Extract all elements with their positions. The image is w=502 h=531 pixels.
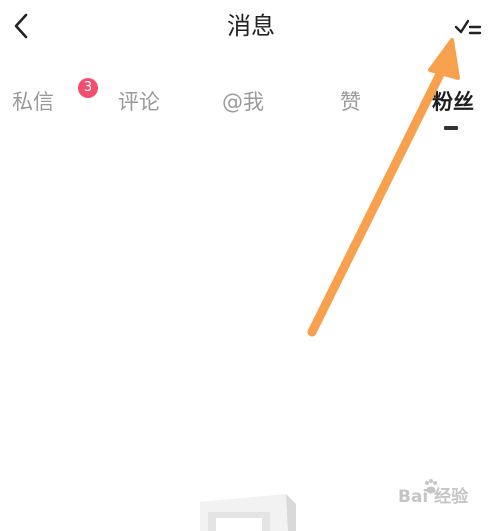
top-bar: 消息 bbox=[0, 0, 502, 60]
active-tab-indicator bbox=[444, 126, 458, 130]
back-button[interactable] bbox=[6, 8, 36, 44]
page-title: 消息 bbox=[227, 12, 275, 40]
tab-followers[interactable]: 粉丝 bbox=[432, 82, 474, 130]
tab-label: 赞 bbox=[340, 90, 361, 114]
tab-label: @我 bbox=[222, 90, 264, 114]
mark-all-read-button[interactable] bbox=[450, 12, 486, 42]
message-tabs: 私信 3 评论 @我 赞 粉丝 bbox=[0, 78, 502, 130]
empty-state-illustration bbox=[200, 494, 296, 531]
annotation-arrow bbox=[307, 38, 460, 337]
tab-label: 粉丝 bbox=[432, 90, 474, 114]
paw-logo-icon bbox=[425, 479, 437, 494]
chevron-left-icon bbox=[14, 13, 28, 39]
tab-label: 评论 bbox=[118, 90, 160, 114]
tab-comments[interactable]: 评论 bbox=[118, 82, 160, 126]
unread-badge: 3 bbox=[78, 78, 98, 98]
tab-private-messages[interactable]: 私信 3 bbox=[12, 78, 98, 126]
tab-label: 私信 bbox=[12, 90, 54, 114]
check-list-icon bbox=[454, 19, 482, 35]
tab-likes[interactable]: 赞 bbox=[340, 82, 361, 126]
tab-mentions[interactable]: @我 bbox=[222, 82, 264, 126]
watermark: Bai 经验 bbox=[384, 478, 484, 518]
watermark-text: Bai 经验 bbox=[398, 487, 469, 507]
